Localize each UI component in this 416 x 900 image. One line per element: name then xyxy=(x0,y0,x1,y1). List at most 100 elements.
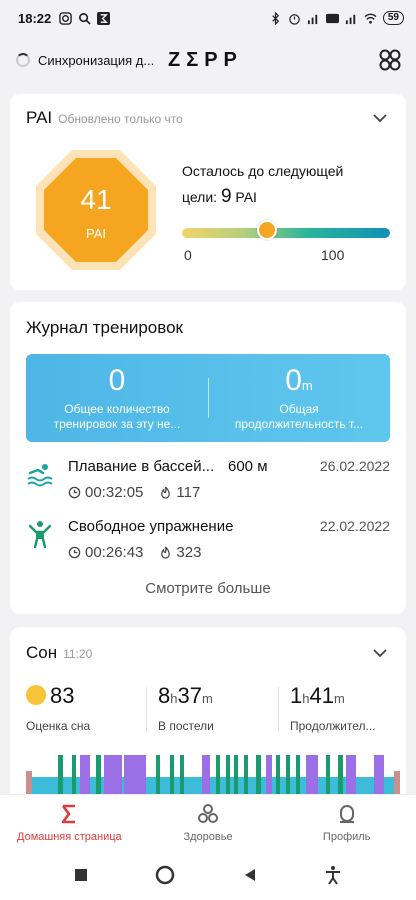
sigma-home-icon xyxy=(62,804,76,824)
sleep-deep-segment xyxy=(216,755,220,799)
workout-distance: 600 м xyxy=(228,458,268,475)
workout-item[interactable]: Свободное упражнение 22.02.2022 00:26:43… xyxy=(26,518,390,568)
sync-spinner-icon xyxy=(16,53,30,67)
sleep-rem-segment xyxy=(104,755,122,799)
pai-title: PAI xyxy=(26,108,53,127)
pai-card[interactable]: PAI Обновлено только что 41 PAI Осталось … xyxy=(10,94,406,290)
tab-profile[interactable]: Профиль xyxy=(277,795,416,850)
duration-label: Продолжител... xyxy=(290,719,376,733)
system-nav-bar xyxy=(0,850,416,900)
workout-duration-meta: 00:26:43 xyxy=(68,544,143,561)
tab-profile-label: Профиль xyxy=(322,831,371,843)
device-grid-icon[interactable] xyxy=(378,48,402,72)
sleep-deep-segment xyxy=(296,755,300,799)
pai-goal-prefix: цели: xyxy=(182,189,218,205)
pai-unit: PAI xyxy=(86,226,106,241)
tab-health[interactable]: Здоровье xyxy=(139,795,278,850)
workout-duration-block: 0m Общая продолжительность т... xyxy=(208,354,390,442)
workout-date: 26.02.2022 xyxy=(319,458,390,474)
sleep-rem-segment xyxy=(374,755,384,799)
tab-home[interactable]: Домашняя страница xyxy=(0,795,139,850)
sleep-deep-segment xyxy=(338,755,343,799)
sleep-deep-segment xyxy=(326,755,330,799)
back-icon[interactable] xyxy=(242,867,258,883)
status-bar: 18:22 59 xyxy=(0,0,416,36)
workout-duration-value: 0 xyxy=(285,364,302,397)
tab-home-label: Домашняя страница xyxy=(17,831,122,843)
pai-value: 41 xyxy=(80,184,112,215)
sleep-rem-segment xyxy=(202,755,210,799)
sleep-deep-segment xyxy=(96,755,101,799)
workout-summary-banner[interactable]: 0 Общее количество тренировок за эту не.… xyxy=(26,354,390,442)
bluetooth-icon xyxy=(272,11,280,25)
workout-duration-meta: 00:32:05 xyxy=(68,484,143,501)
workout-duration-caption: Общая продолжительность т... xyxy=(234,402,364,431)
pai-remaining: Осталось до следующей цели: 9 PAI xyxy=(182,158,392,210)
sleep-deep-segment xyxy=(72,755,76,799)
workout-item[interactable]: Плавание в бассей... 600 м 26.02.2022 00… xyxy=(26,458,390,508)
sleep-deep-segment xyxy=(170,755,174,799)
sleep-rem-segment xyxy=(80,755,90,799)
smiley-icon xyxy=(26,685,46,705)
status-time: 18:22 xyxy=(18,10,52,26)
sleep-deep-segment xyxy=(156,755,160,799)
sleep-deep-segment xyxy=(180,755,184,799)
divider xyxy=(146,687,147,731)
recent-apps-icon[interactable] xyxy=(73,867,89,883)
pai-scale-min: 0 xyxy=(184,247,192,263)
sleep-deep-segment xyxy=(58,755,63,799)
in-bed-label: В постели xyxy=(158,719,214,733)
sleep-deep-segment xyxy=(244,755,248,799)
workout-duration-text: 00:26:43 xyxy=(85,544,144,561)
workout-meta: 00:32:05 117 xyxy=(68,484,200,501)
sleep-deep-segment xyxy=(256,755,261,799)
chevron-down-icon[interactable] xyxy=(372,110,388,126)
sync-status-text: Синхронизация д... xyxy=(38,52,155,68)
workout-log-card[interactable]: Журнал тренировок 0 Общее количество тре… xyxy=(10,302,406,614)
health-icon xyxy=(198,804,218,823)
sleep-title: Сон xyxy=(26,643,58,662)
alarm-icon xyxy=(289,13,300,25)
tab-health-label: Здоровье xyxy=(183,831,233,843)
workout-duration-unit: m xyxy=(301,378,313,393)
sleep-header: Сон 11:20 xyxy=(26,643,92,663)
workout-log-title: Журнал тренировок xyxy=(26,318,183,337)
sleep-in-bed: 8h37m xyxy=(158,683,278,709)
pai-header: PAI Обновлено только что xyxy=(26,108,183,128)
swimming-icon xyxy=(27,464,53,487)
duration-hours: 1 xyxy=(290,683,303,708)
sleep-duration-block: 1h41m Продолжител... xyxy=(290,683,400,739)
workout-calories-text: 117 xyxy=(176,484,201,501)
sleep-card[interactable]: Сон 11:20 83 Оценка сна 8h37m В постели 1… xyxy=(10,627,406,817)
sleep-deep-segment xyxy=(234,755,238,799)
sleep-stats: 83 Оценка сна 8h37m В постели 1h41m Прод… xyxy=(26,683,396,739)
workout-calories-text: 323 xyxy=(176,544,202,561)
accessibility-icon[interactable] xyxy=(323,865,343,885)
profile-icon xyxy=(339,805,354,823)
sleep-rem-segment xyxy=(306,755,318,799)
see-more-link[interactable]: Смотрите больше xyxy=(10,580,406,597)
clock-icon xyxy=(68,546,81,559)
sleep-score-value: 83 xyxy=(50,683,75,708)
sleep-deep-segment xyxy=(276,755,280,799)
chevron-down-icon[interactable] xyxy=(372,645,388,661)
sleep-score-label: Оценка сна xyxy=(26,719,91,733)
workout-count-block: 0 Общее количество тренировок за эту не.… xyxy=(26,354,208,442)
workout-count: 0 xyxy=(108,364,126,397)
workout-duration-text: 00:32:05 xyxy=(85,484,144,501)
workout-name: Плавание в бассей... xyxy=(68,458,215,475)
sleep-rem-segment xyxy=(266,755,272,799)
signal-icon-2 xyxy=(345,14,356,24)
sleep-rem-segment xyxy=(124,755,146,799)
sleep-duration: 1h41m xyxy=(290,683,400,709)
sleep-stage-chart xyxy=(26,755,400,799)
duration-minutes: 41 xyxy=(309,683,334,708)
pai-scale-max: 100 xyxy=(321,247,345,263)
in-bed-hours: 8 xyxy=(158,683,171,708)
search-icon xyxy=(79,12,91,25)
signal-icon xyxy=(307,14,318,24)
home-circle-icon[interactable] xyxy=(154,864,176,886)
in-bed-minutes: 37 xyxy=(177,683,202,708)
volte-icon xyxy=(325,13,339,23)
clock-icon xyxy=(68,486,81,499)
